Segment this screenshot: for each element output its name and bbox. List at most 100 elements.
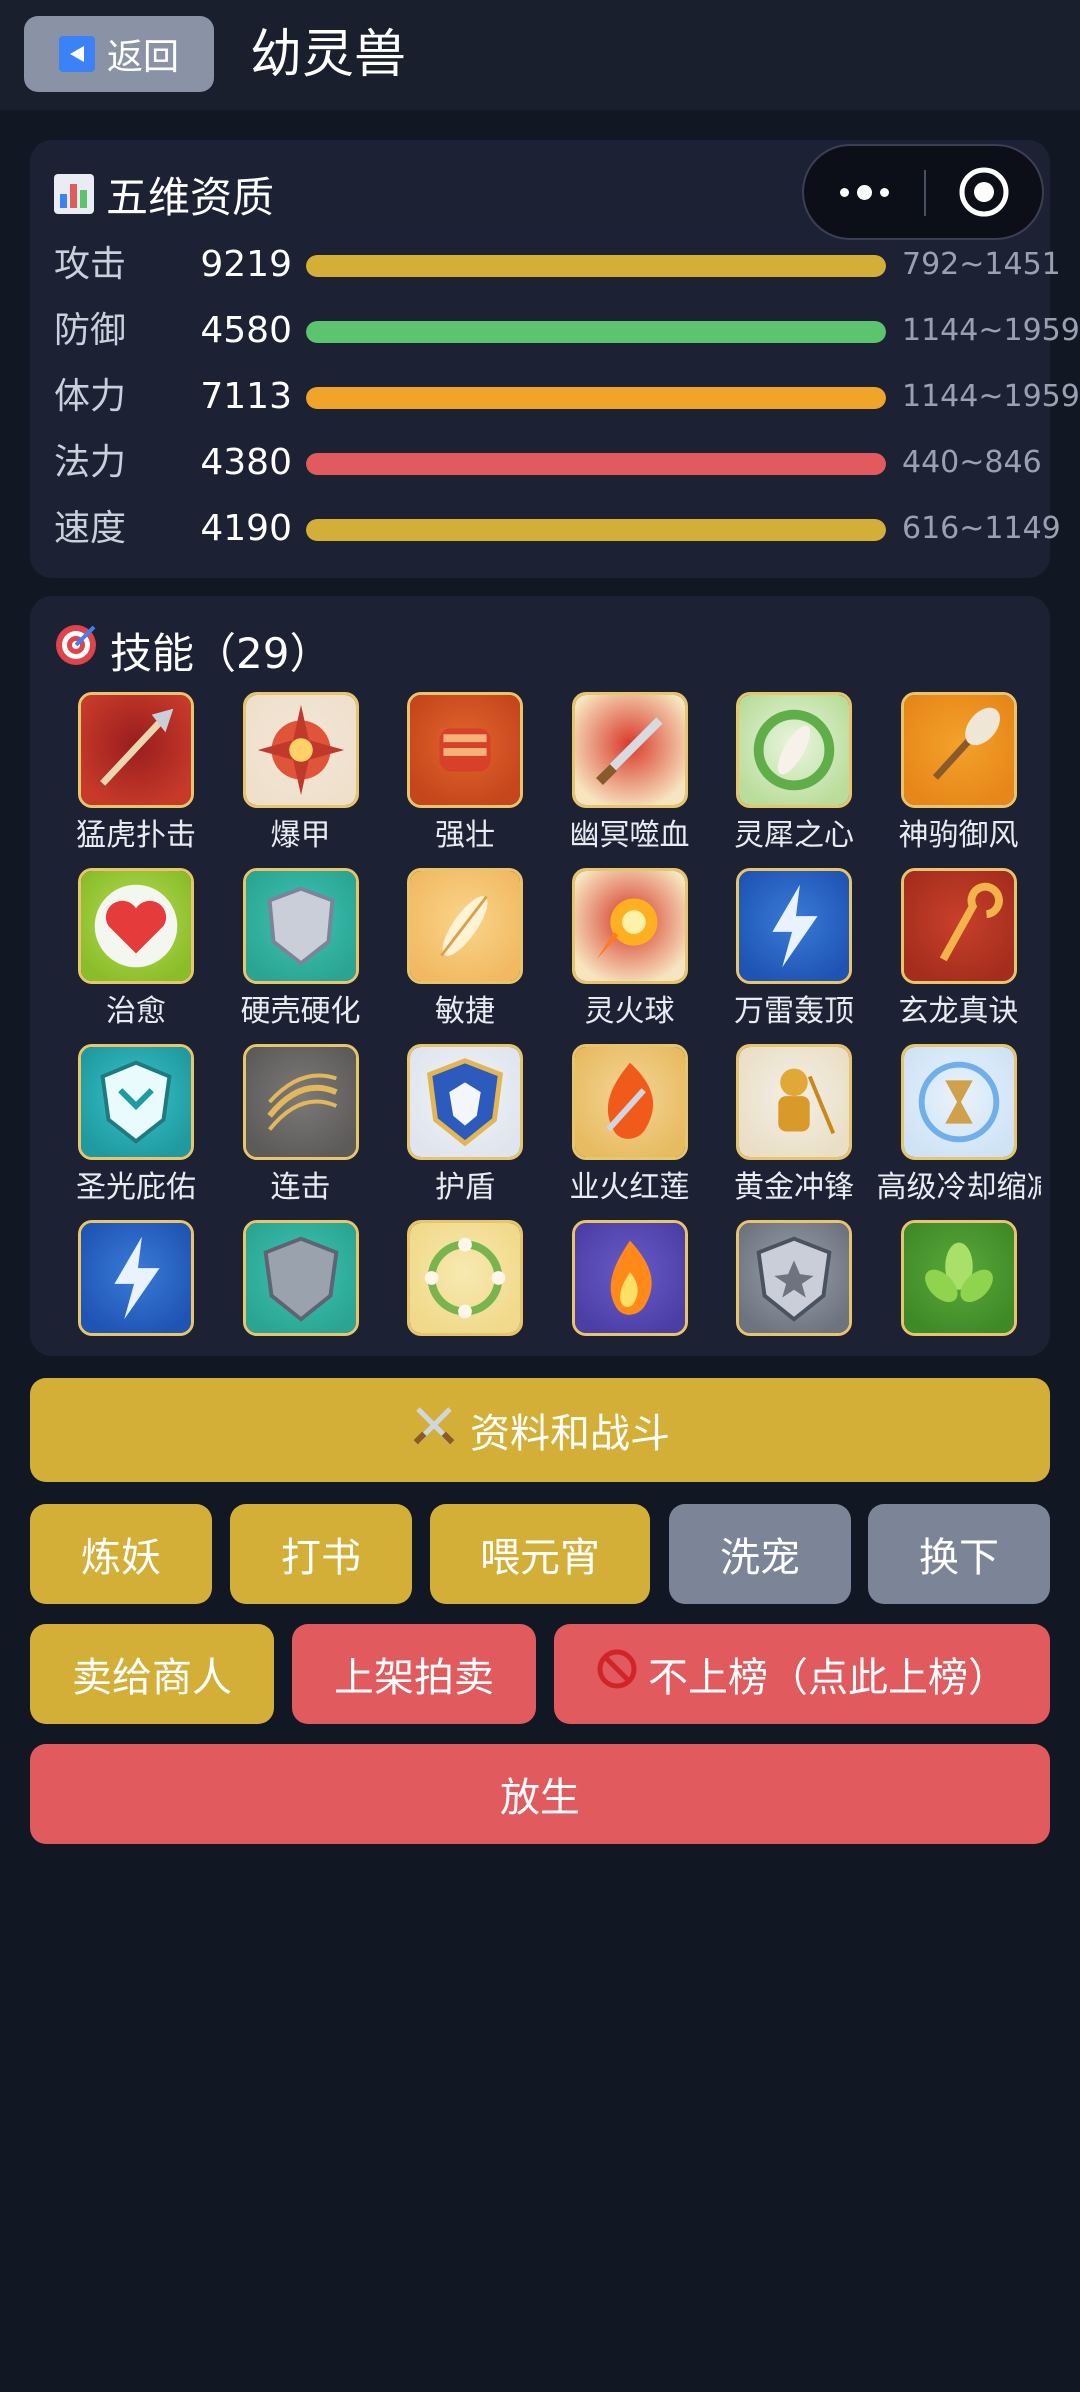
- stat-value: 4380: [200, 442, 292, 483]
- feather-icon: [407, 868, 523, 984]
- release-button[interactable]: 放生: [30, 1744, 1050, 1844]
- rank-toggle-button[interactable]: 不上榜（点此上榜）: [554, 1624, 1050, 1724]
- blue-shield-icon: [407, 1044, 523, 1160]
- skill-name: 硬壳硬化: [240, 994, 361, 1029]
- holy-shield-icon: [78, 1044, 194, 1160]
- skill-item[interactable]: 强壮: [383, 692, 547, 868]
- wash-button[interactable]: 洗宠: [669, 1504, 851, 1604]
- skill-item[interactable]: 敏捷: [383, 868, 547, 1044]
- prohibited-icon: [596, 1648, 638, 1700]
- staff-icon: [900, 868, 1017, 984]
- skill-item[interactable]: 万雷轰顶: [712, 868, 876, 1044]
- skill-name: 护盾: [435, 1170, 495, 1205]
- skill-item[interactable]: 爆甲: [219, 692, 383, 868]
- stat-value: 7113: [200, 376, 292, 417]
- burst-armor-icon: [242, 692, 359, 808]
- skill-name: 黄金冲锋: [734, 1170, 854, 1205]
- skill-item[interactable]: 业火红莲: [548, 1044, 712, 1220]
- skill-name: 爆甲: [270, 818, 331, 853]
- stat-range: 616~1149: [902, 511, 1061, 546]
- heart-icon: [78, 868, 194, 984]
- skill-name: 圣光庇佑: [76, 1170, 196, 1205]
- skills-title: 技能（29）: [54, 620, 331, 680]
- stat-label: 速度: [54, 508, 127, 549]
- horse-tail-icon: [900, 692, 1017, 808]
- stat-label: 体力: [54, 376, 127, 417]
- stat-label: 防御: [54, 310, 127, 351]
- back-button[interactable]: 返回: [24, 16, 214, 92]
- skill-item[interactable]: 治愈: [54, 868, 218, 1044]
- stat-bar-fill: [306, 519, 886, 541]
- skill-item[interactable]: 圣光庇佑: [54, 1044, 218, 1220]
- back-arrow-icon: [58, 36, 95, 72]
- rank-toggle-label: 不上榜（点此上榜）: [648, 1655, 1008, 1701]
- skill-item[interactable]: 灵犀之心: [712, 692, 876, 868]
- skill-name: 玄龙真诀: [898, 994, 1019, 1029]
- skill-name: 连击: [270, 1170, 331, 1205]
- skill-name: 高级冷却缩减: [876, 1170, 1041, 1205]
- stat-range: 1144~1959: [902, 379, 1080, 414]
- lightning-icon: [736, 868, 852, 984]
- swap-button[interactable]: 换下: [868, 1504, 1050, 1604]
- skill-name: 强壮: [435, 818, 495, 853]
- stat-value: 4580: [200, 310, 292, 351]
- crossed-swords-icon: [410, 1401, 458, 1459]
- skill-item[interactable]: 灵火球: [548, 868, 712, 1044]
- stat-bar: [306, 453, 886, 475]
- skill-item[interactable]: 高级冷却缩减: [877, 1044, 1041, 1220]
- spear-icon: [78, 692, 194, 808]
- more-options-icon[interactable]: [804, 146, 924, 238]
- flame-icon: [571, 1220, 688, 1336]
- stat-label: 法力: [54, 442, 127, 483]
- fireball-icon: [571, 868, 688, 984]
- skill-item[interactable]: 黄金冲锋: [712, 1044, 876, 1220]
- skill-name: 灵犀之心: [734, 818, 854, 853]
- skill-item[interactable]: 硬壳硬化: [219, 868, 383, 1044]
- skill-item[interactable]: 连击: [219, 1044, 383, 1220]
- silver-shield-icon: [242, 1220, 359, 1336]
- stat-range: 440~846: [902, 445, 1042, 480]
- stat-range: 792~1451: [902, 247, 1061, 282]
- sell-button[interactable]: 卖给商人: [30, 1624, 274, 1724]
- info-battle-button[interactable]: 资料和战斗: [30, 1378, 1050, 1482]
- skill-item[interactable]: 神驹御风: [877, 692, 1041, 868]
- skill-item[interactable]: 猛虎扑击: [54, 692, 218, 868]
- stat-bar: [306, 255, 886, 277]
- stats-title-label: 五维资质: [106, 172, 275, 222]
- combo-icon: [242, 1044, 359, 1160]
- fist-icon: [407, 692, 523, 808]
- stat-value: 9219: [200, 244, 292, 285]
- stats-title: 五维资质: [54, 164, 274, 224]
- skill-item[interactable]: 护盾: [383, 1044, 547, 1220]
- skill-item[interactable]: 玄龙真诀: [877, 868, 1041, 1044]
- info-battle-label: 资料和战斗: [470, 1411, 670, 1457]
- skill-name: 猛虎扑击: [76, 818, 196, 853]
- skill-item[interactable]: 幽冥噬血: [548, 692, 712, 868]
- hourglass-icon: [900, 1044, 1017, 1160]
- skill-item[interactable]: [383, 1220, 547, 1356]
- stat-label: 攻击: [54, 244, 127, 285]
- refine-button[interactable]: 炼妖: [30, 1504, 212, 1604]
- skill-item[interactable]: [54, 1220, 218, 1356]
- stat-bar-fill: [306, 453, 886, 475]
- skill-item[interactable]: [877, 1220, 1041, 1356]
- shield-icon: [242, 868, 359, 984]
- dagger-icon: [571, 692, 688, 808]
- skill-item[interactable]: [219, 1220, 383, 1356]
- lightning-icon: [78, 1220, 194, 1336]
- auction-button[interactable]: 上架拍卖: [292, 1624, 536, 1724]
- header-bar: 返回 幼灵兽: [0, 0, 1080, 110]
- skill-name: 幽冥噬血: [569, 818, 690, 853]
- skill-name: 业火红莲: [569, 1170, 690, 1205]
- miniprogram-capsule: [802, 144, 1044, 240]
- back-button-label: 返回: [106, 37, 179, 78]
- close-target-icon[interactable]: [926, 146, 1042, 238]
- book-button[interactable]: 打书: [230, 1504, 412, 1604]
- stat-bar-fill: [306, 387, 886, 409]
- feed-button[interactable]: 喂元宵: [430, 1504, 650, 1604]
- stat-bar-fill: [306, 321, 886, 343]
- skill-name: 敏捷: [435, 994, 495, 1029]
- skill-item[interactable]: [712, 1220, 876, 1356]
- page-title: 幼灵兽: [250, 25, 407, 85]
- skill-item[interactable]: [548, 1220, 712, 1356]
